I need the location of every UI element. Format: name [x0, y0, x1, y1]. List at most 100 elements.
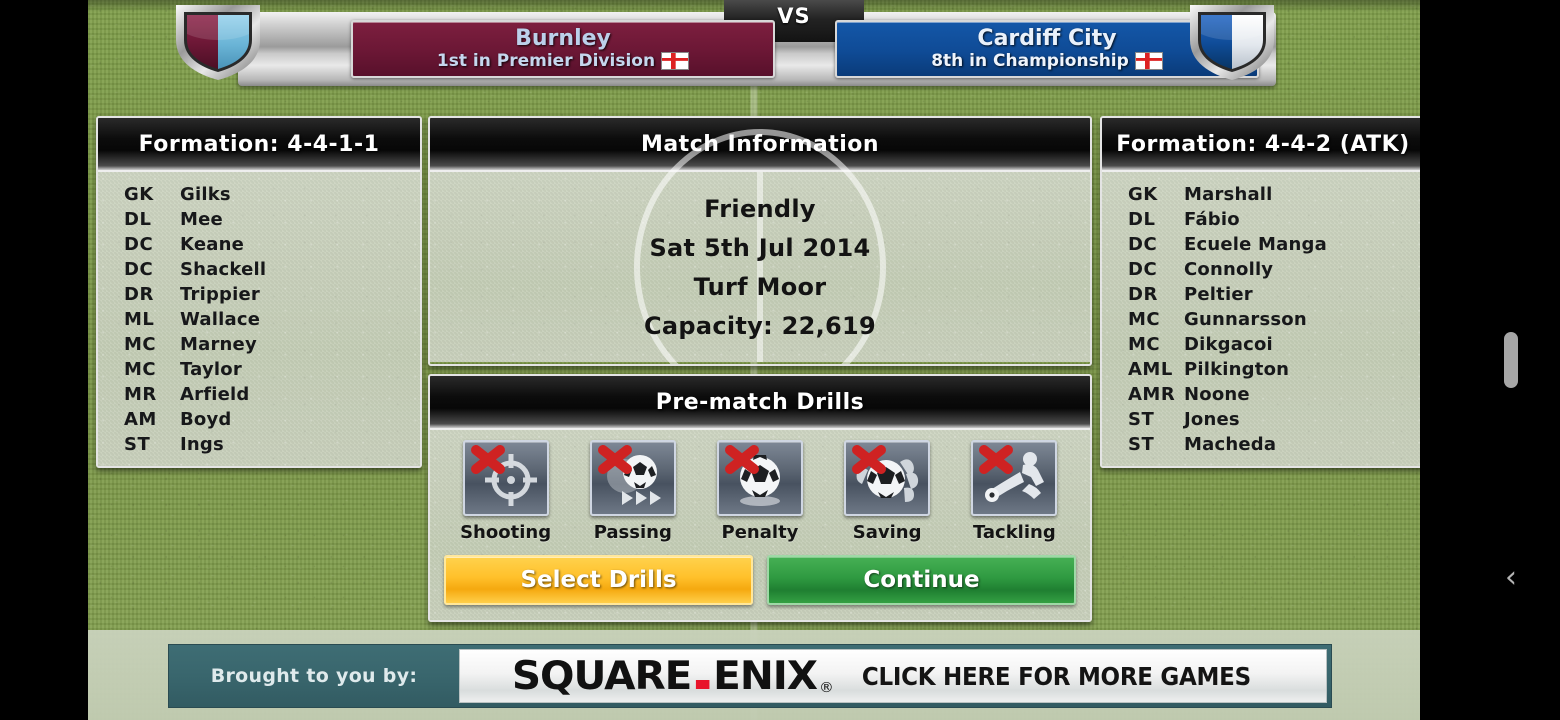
player-position: ST — [1128, 434, 1155, 455]
list-item[interactable]: MC Taylor — [98, 357, 420, 382]
list-item[interactable]: DL Mee — [98, 207, 420, 232]
list-item[interactable]: ST Macheda — [1102, 432, 1424, 457]
list-item[interactable]: ST Ings — [98, 432, 420, 457]
list-item[interactable]: AMR Noone — [1102, 382, 1424, 407]
player-name: Pilkington — [1184, 359, 1290, 380]
list-item[interactable]: ML Wallace — [98, 307, 420, 332]
drill-saving-tile[interactable] — [844, 440, 931, 516]
select-drills-button[interactable]: Select Drills — [444, 555, 753, 605]
logo-red-block-icon — [695, 679, 710, 689]
logo-trademark: ® — [819, 679, 834, 696]
ad-call-to-action[interactable]: CLICK HERE FOR MORE GAMES — [862, 662, 1251, 691]
player-position: DC — [124, 234, 154, 255]
drill-saving[interactable]: Saving — [831, 440, 943, 543]
drills-row: Shooting Passing Penalty Saving Tackling — [430, 440, 1090, 543]
list-item[interactable]: DC Shackell — [98, 257, 420, 282]
player-name: Connolly — [1184, 259, 1274, 280]
player-name: Mee — [180, 209, 223, 230]
away-squad-list[interactable]: GK Marshall DL Fábio DC Ecuele Manga DC … — [1102, 172, 1424, 466]
drill-passing[interactable]: Passing — [577, 440, 689, 543]
red-x-icon — [597, 445, 632, 474]
player-position: DL — [124, 209, 152, 230]
player-name: Arfield — [180, 384, 250, 405]
red-x-icon — [852, 445, 887, 474]
drill-label: Shooting — [460, 522, 552, 543]
away-team-name: Cardiff City — [977, 26, 1117, 51]
list-item[interactable]: MC Gunnarsson — [1102, 307, 1424, 332]
player-position: MC — [1128, 334, 1161, 355]
list-item[interactable]: AM Boyd — [98, 407, 420, 432]
home-squad-list[interactable]: GK Gilks DL Mee DC Keane DC Shackell DR … — [98, 172, 420, 466]
player-name: Marshall — [1184, 184, 1273, 205]
list-item[interactable]: DR Peltier — [1102, 282, 1424, 307]
player-position: AML — [1128, 359, 1173, 380]
player-position: MR — [124, 384, 157, 405]
scrollbar-thumb[interactable] — [1504, 332, 1518, 388]
drill-shooting[interactable]: Shooting — [450, 440, 562, 543]
match-date-label: Sat 5th Jul 2014 — [649, 233, 871, 262]
player-name: Keane — [180, 234, 245, 255]
player-name: Gilks — [180, 184, 231, 205]
player-position: ST — [1128, 409, 1155, 430]
player-position: ML — [124, 309, 155, 330]
player-position: DC — [124, 259, 154, 280]
continue-button[interactable]: Continue — [767, 555, 1076, 605]
list-item[interactable]: GK Gilks — [98, 182, 420, 207]
square-enix-logo: SQUARE ENIX ® — [512, 653, 834, 699]
drill-tackling[interactable]: Tackling — [958, 440, 1070, 543]
competition-label: Friendly — [704, 194, 816, 223]
away-formation-panel: Formation: 4-4-2 (ATK) GK Marshall DL Fá… — [1100, 116, 1426, 468]
cardiff-city-crest-icon — [1184, 0, 1280, 82]
drill-passing-tile[interactable] — [589, 440, 676, 516]
away-formation-title: Formation: 4-4-2 (ATK) — [1102, 118, 1424, 172]
player-name: Fábio — [1184, 209, 1240, 230]
drill-penalty[interactable]: Penalty — [704, 440, 816, 543]
player-name: Taylor — [180, 359, 242, 380]
list-item[interactable]: ST Jones — [1102, 407, 1424, 432]
player-name: Gunnarsson — [1184, 309, 1307, 330]
home-formation-panel: Formation: 4-4-1-1 GK Gilks DL Mee DC Ke… — [96, 116, 422, 468]
away-team-standing: 8th in Championship — [931, 51, 1129, 71]
list-item[interactable]: MC Marney — [98, 332, 420, 357]
home-team-standing-row: 1st in Premier Division — [437, 51, 690, 71]
back-chevron-icon[interactable]: ‹ — [1494, 562, 1528, 596]
square-enix-ad[interactable]: SQUARE ENIX ® CLICK HERE FOR MORE GAMES — [459, 649, 1327, 703]
player-position: MC — [124, 359, 157, 380]
list-item[interactable]: DC Keane — [98, 232, 420, 257]
red-x-icon — [724, 445, 759, 474]
brought-to-you-by-label: Brought to you by: — [210, 665, 418, 687]
list-item[interactable]: DC Connolly — [1102, 257, 1424, 282]
player-name: Boyd — [180, 409, 232, 430]
match-information-body: Friendly Sat 5th Jul 2014 Turf Moor Capa… — [430, 129, 1090, 364]
drill-tackling-tile[interactable] — [971, 440, 1058, 516]
match-information-panel: Match Information Friendly Sat 5th Jul 2… — [428, 116, 1092, 366]
advertisement-banner[interactable]: Brought to you by: SQUARE ENIX ® CLICK H… — [168, 644, 1332, 708]
pre-match-drills-panel: Pre-match Drills Shooting Passing Penalt… — [428, 374, 1092, 622]
red-x-icon — [470, 445, 505, 474]
home-team-name: Burnley — [515, 26, 611, 51]
drill-label: Penalty — [721, 522, 799, 543]
list-item[interactable]: DC Ecuele Manga — [1102, 232, 1424, 257]
list-item[interactable]: DR Trippier — [98, 282, 420, 307]
list-item[interactable]: DL Fábio — [1102, 207, 1424, 232]
pre-match-drills-title: Pre-match Drills — [430, 376, 1090, 430]
right-letterbox — [1420, 0, 1560, 720]
left-letterbox — [0, 0, 88, 720]
logo-enix-text: ENIX — [713, 653, 819, 699]
england-flag-icon — [1134, 52, 1163, 70]
list-item[interactable]: AML Pilkington — [1102, 357, 1424, 382]
drill-penalty-tile[interactable] — [716, 440, 803, 516]
list-item[interactable]: MC Dikgacoi — [1102, 332, 1424, 357]
drill-label: Saving — [852, 522, 922, 543]
player-name: Ecuele Manga — [1184, 234, 1327, 255]
home-formation-title: Formation: 4-4-1-1 — [98, 118, 420, 172]
player-position: GK — [1128, 184, 1158, 205]
list-item[interactable]: GK Marshall — [1102, 182, 1424, 207]
drill-shooting-tile[interactable] — [462, 440, 549, 516]
list-item[interactable]: MR Arfield — [98, 382, 420, 407]
england-flag-icon — [661, 52, 690, 70]
player-name: Trippier — [180, 284, 260, 305]
home-team-banner: Burnley 1st in Premier Division — [351, 20, 775, 78]
venue-label: Turf Moor — [693, 272, 827, 301]
player-position: AM — [124, 409, 157, 430]
